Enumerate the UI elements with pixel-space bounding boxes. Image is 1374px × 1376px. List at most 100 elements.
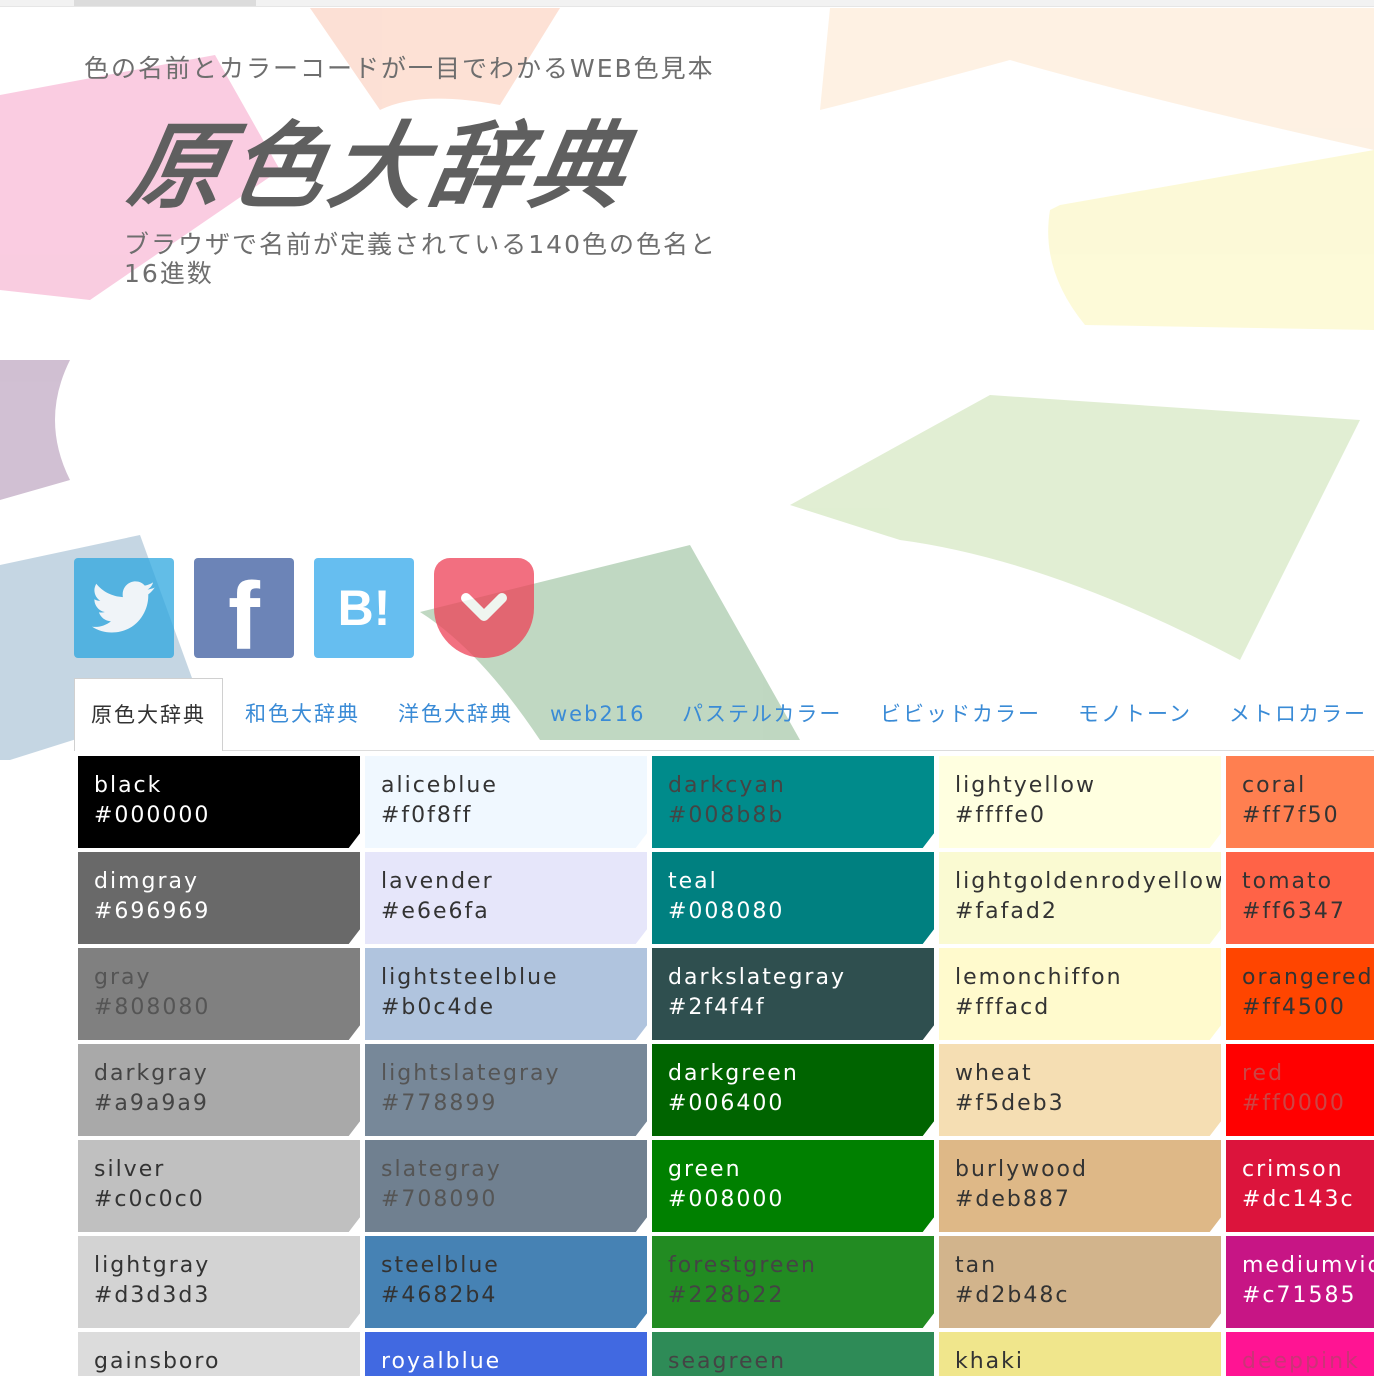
- color-name: mediumvioletred: [1242, 1253, 1374, 1278]
- color-swatch-burlywood[interactable]: burlywood #deb887: [939, 1140, 1221, 1232]
- color-swatch-gainsboro[interactable]: gainsboro#dcdcdc: [78, 1332, 360, 1376]
- color-name: tomato: [1242, 869, 1334, 894]
- tab-vivid[interactable]: ビビッドカラー: [880, 678, 1041, 750]
- color-name: red: [1242, 1061, 1285, 1086]
- facebook-share-button[interactable]: f: [194, 558, 294, 667]
- color-name: green: [668, 1157, 742, 1182]
- color-name: wheat: [955, 1061, 1033, 1086]
- tab-web216[interactable]: web216: [550, 678, 646, 750]
- color-swatch-grid: black #000000 dimgray #696969 gray #808080 dar…: [78, 756, 1374, 1376]
- color-swatch-steelblue[interactable]: steelblue #4682b4: [365, 1236, 647, 1328]
- color-hex-code: #2f4f4f: [668, 995, 766, 1020]
- color-swatch-darkcyan[interactable]: darkcyan #008b8b: [652, 756, 934, 848]
- color-swatch-wheat[interactable]: wheat #f5deb3: [939, 1044, 1221, 1136]
- color-swatch-crimson[interactable]: crimson #dc143c: [1226, 1140, 1374, 1232]
- color-hex-code: #c0c0c0: [94, 1187, 205, 1212]
- color-swatch-teal[interactable]: teal #008080: [652, 852, 934, 944]
- color-hex-code: #dc143c: [1242, 1187, 1355, 1212]
- site-logo[interactable]: 原色大辞典: [121, 113, 640, 222]
- color-hex-code: #fafad2: [955, 899, 1058, 924]
- facebook-icon: f: [228, 563, 260, 670]
- color-name: orangered: [1242, 965, 1374, 990]
- color-hex-code: #778899: [381, 1091, 498, 1116]
- tab-yoshoku[interactable]: 洋色大辞典: [398, 678, 513, 750]
- tab-metro[interactable]: メトロカラー: [1229, 678, 1367, 750]
- color-hex-code: #d3d3d3: [94, 1283, 211, 1308]
- category-tabs: 原色大辞典 和色大辞典 洋色大辞典 web216 パステルカラー ビビッドカラー…: [74, 678, 1374, 751]
- color-swatch-tomato[interactable]: tomato #ff6347: [1226, 852, 1374, 944]
- color-swatch-lightgoldenrodyellow[interactable]: lightgoldenrodyellow #fafad2: [939, 852, 1221, 944]
- color-name: tan: [955, 1253, 998, 1278]
- color-name: royalblue: [381, 1349, 502, 1374]
- color-swatch-lightgray[interactable]: lightgray #d3d3d3: [78, 1236, 360, 1328]
- color-hex-code: #e6e6fa: [381, 899, 490, 924]
- color-name: coral: [1242, 773, 1307, 798]
- color-hex-code: #d2b48c: [955, 1283, 1070, 1308]
- color-name: burlywood: [955, 1157, 1088, 1182]
- color-swatch-aliceblue[interactable]: aliceblue #f0f8ff: [365, 756, 647, 848]
- color-swatch-khaki[interactable]: khaki#f0e68c: [939, 1332, 1221, 1376]
- color-swatch-lightyellow[interactable]: lightyellow #ffffe0: [939, 756, 1221, 848]
- color-name: silver: [94, 1157, 166, 1182]
- color-swatch-darkslategray[interactable]: darkslategray #2f4f4f: [652, 948, 934, 1040]
- twitter-share-button[interactable]: [74, 558, 174, 658]
- color-name: darkgray: [94, 1061, 209, 1086]
- color-swatch-slategray[interactable]: slategray #708090: [365, 1140, 647, 1232]
- color-name: lavender: [381, 869, 494, 894]
- color-hex-code: #ffffe0: [955, 803, 1046, 828]
- color-swatch-black[interactable]: black #000000: [78, 756, 360, 848]
- color-hex-code: #696969: [94, 899, 211, 924]
- color-hex-code: #ff0000: [1242, 1091, 1346, 1116]
- color-hex-code: #ff7f50: [1242, 803, 1340, 828]
- color-swatch-green[interactable]: green #008000: [652, 1140, 934, 1232]
- tab-pastel[interactable]: パステルカラー: [682, 678, 842, 750]
- color-swatch-darkgreen[interactable]: darkgreen #006400: [652, 1044, 934, 1136]
- color-name: lightslategray: [381, 1061, 561, 1086]
- tab-washoku[interactable]: 和色大辞典: [245, 678, 360, 750]
- color-name: seagreen: [668, 1349, 787, 1374]
- color-hex-code: #f5deb3: [955, 1091, 1065, 1116]
- pocket-share-button[interactable]: [434, 558, 534, 658]
- color-swatch-deeppink[interactable]: deeppink#ff1493: [1226, 1332, 1374, 1376]
- color-name: darkgreen: [668, 1061, 799, 1086]
- twitter-icon: [92, 581, 155, 633]
- color-swatch-coral[interactable]: coral #ff7f50: [1226, 756, 1374, 848]
- color-swatch-orangered[interactable]: orangered #ff4500: [1226, 948, 1374, 1040]
- color-name: black: [94, 773, 163, 798]
- color-swatch-lightslategray[interactable]: lightslategray #778899: [365, 1044, 647, 1136]
- hatena-bookmark-share-button[interactable]: B!: [314, 558, 414, 658]
- color-swatch-lavender[interactable]: lavender #e6e6fa: [365, 852, 647, 944]
- color-name: dimgray: [94, 869, 200, 894]
- color-hex-code: #228b22: [668, 1283, 785, 1308]
- color-name: lightyellow: [955, 773, 1096, 798]
- color-swatch-mediumvioletred[interactable]: mediumvioletred #c71585: [1226, 1236, 1374, 1328]
- color-swatch-royalblue[interactable]: royalblue#4169e1: [365, 1332, 647, 1376]
- color-hex-code: #008b8b: [668, 803, 785, 828]
- hatena-bookmark-icon: B!: [337, 580, 391, 636]
- color-name: khaki: [955, 1349, 1025, 1374]
- color-swatch-lightsteelblue[interactable]: lightsteelblue #b0c4de: [365, 948, 647, 1040]
- color-hex-code: #4682b4: [381, 1283, 498, 1308]
- color-swatch-seagreen[interactable]: seagreen#2e8b57: [652, 1332, 934, 1376]
- color-swatch-lemonchiffon[interactable]: lemonchiffon #fffacd: [939, 948, 1221, 1040]
- color-swatch-forestgreen[interactable]: forestgreen #228b22: [652, 1236, 934, 1328]
- color-name: lemonchiffon: [955, 965, 1123, 990]
- color-name: darkcyan: [668, 773, 786, 798]
- color-name: lightgray: [94, 1253, 211, 1278]
- tab-genshoku[interactable]: 原色大辞典: [74, 678, 223, 751]
- color-swatch-dimgray[interactable]: dimgray #696969: [78, 852, 360, 944]
- color-hex-code: #008080: [668, 899, 785, 924]
- tab-monotone[interactable]: モノトーン: [1078, 678, 1192, 750]
- site-tagline: 色の名前とカラーコードが一目でわかるWEB色見本: [84, 54, 715, 83]
- color-swatch-silver[interactable]: silver #c0c0c0: [78, 1140, 360, 1232]
- color-name: darkslategray: [668, 965, 846, 990]
- color-swatch-darkgray[interactable]: darkgray #a9a9a9: [78, 1044, 360, 1136]
- color-hex-code: #008000: [668, 1187, 785, 1212]
- color-swatch-gray[interactable]: gray #808080: [78, 948, 360, 1040]
- color-hex-code: #fffacd: [955, 995, 1051, 1020]
- color-hex-code: #708090: [381, 1187, 498, 1212]
- color-hex-code: #808080: [94, 995, 211, 1020]
- color-swatch-tan[interactable]: tan #d2b48c: [939, 1236, 1221, 1328]
- color-hex-code: #000000: [94, 803, 211, 828]
- color-swatch-red[interactable]: red #ff0000: [1226, 1044, 1374, 1136]
